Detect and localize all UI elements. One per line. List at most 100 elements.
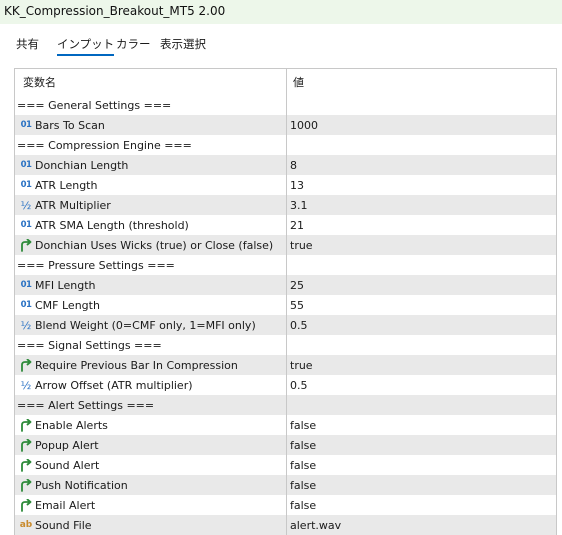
table-row[interactable]: Enable Alerts false <box>15 415 556 435</box>
table-row[interactable]: ab Sound File alert.wav <box>15 515 556 535</box>
parameter-label: Donchian Uses Wicks (true) or Close (fal… <box>35 238 274 252</box>
parameter-name-cell[interactable]: ½ ATR Multiplier <box>15 195 287 215</box>
section-title: === General Settings === <box>17 98 172 112</box>
section-header-row[interactable]: === Alert Settings === <box>15 395 556 415</box>
parameter-label: ATR Length <box>35 178 98 192</box>
tab-visualization[interactable]: 表示選択 <box>160 36 206 52</box>
parameter-value-cell[interactable]: false <box>287 435 556 455</box>
parameter-name-cell[interactable]: Enable Alerts <box>15 415 287 435</box>
tab-common[interactable]: 共有 <box>16 36 39 52</box>
table-row[interactable]: ½ Arrow Offset (ATR multiplier) 0.5 <box>15 375 556 395</box>
section-title: === Pressure Settings === <box>17 258 175 272</box>
parameter-value-cell[interactable]: false <box>287 495 556 515</box>
integer-type-icon: 01 <box>20 179 32 190</box>
parameter-name-cell[interactable]: === Pressure Settings === <box>15 255 287 275</box>
parameter-name-cell[interactable]: ab Sound File <box>15 515 287 535</box>
parameter-label: CMF Length <box>35 298 100 312</box>
integer-type-icon: 01 <box>20 299 32 310</box>
parameter-label: Sound Alert <box>35 458 100 472</box>
parameter-value-cell[interactable]: 55 <box>287 295 556 315</box>
table-row[interactable]: Sound Alert false <box>15 455 556 475</box>
parameter-value-cell[interactable]: true <box>287 235 556 255</box>
parameter-name-cell[interactable]: ½ Blend Weight (0=CMF only, 1=MFI only) <box>15 315 287 335</box>
parameter-name-cell[interactable]: === Compression Engine === <box>15 135 287 155</box>
parameter-label: MFI Length <box>35 278 96 292</box>
integer-type-icon: 01 <box>20 159 32 170</box>
column-header-value[interactable]: 値 <box>287 69 556 95</box>
table-row[interactable]: ½ ATR Multiplier 3.1 <box>15 195 556 215</box>
boolean-type-icon <box>19 418 33 432</box>
parameter-label: ATR Multiplier <box>35 198 111 212</box>
parameter-name-cell[interactable]: Popup Alert <box>15 435 287 455</box>
table-row[interactable]: 01 Donchian Length 8 <box>15 155 556 175</box>
parameter-name-cell[interactable]: === Alert Settings === <box>15 395 287 415</box>
parameters-table: 変数名 値 === General Settings === 01 Bars To … <box>14 68 557 535</box>
parameter-value-cell[interactable] <box>287 335 556 355</box>
table-row[interactable]: 01 ATR Length 13 <box>15 175 556 195</box>
parameter-name-cell[interactable]: 01 CMF Length <box>15 295 287 315</box>
parameter-value-cell[interactable]: 13 <box>287 175 556 195</box>
tab-inputs[interactable]: インプット <box>57 36 115 56</box>
section-header-row[interactable]: === Compression Engine === <box>15 135 556 155</box>
table-row[interactable]: ½ Blend Weight (0=CMF only, 1=MFI only) 0.… <box>15 315 556 335</box>
parameter-value-cell[interactable]: 8 <box>287 155 556 175</box>
parameter-name-cell[interactable]: 01 Bars To Scan <box>15 115 287 135</box>
parameter-value-cell[interactable]: 25 <box>287 275 556 295</box>
boolean-type-icon <box>19 358 33 372</box>
string-type-icon: ab <box>19 519 33 530</box>
window-title: KK_Compression_Breakout_MT5 2.00 <box>4 4 226 18</box>
parameter-name-cell[interactable]: 01 Donchian Length <box>15 155 287 175</box>
parameter-value-cell[interactable]: 21 <box>287 215 556 235</box>
table-row[interactable]: Push Notification false <box>15 475 556 495</box>
parameter-name-cell[interactable]: 01 ATR SMA Length (threshold) <box>15 215 287 235</box>
section-header-row[interactable]: === General Settings === <box>15 95 556 115</box>
section-title: === Compression Engine === <box>17 138 192 152</box>
parameter-value-cell[interactable]: 1000 <box>287 115 556 135</box>
parameter-value-cell[interactable] <box>287 95 556 115</box>
table-row[interactable]: 01 Bars To Scan 1000 <box>15 115 556 135</box>
section-header-row[interactable]: === Signal Settings === <box>15 335 556 355</box>
tab-colors[interactable]: カラー <box>116 36 151 52</box>
parameter-label: Blend Weight (0=CMF only, 1=MFI only) <box>35 318 256 332</box>
parameter-label: ATR SMA Length (threshold) <box>35 218 189 232</box>
section-title: === Alert Settings === <box>17 398 155 412</box>
parameter-name-cell[interactable]: Donchian Uses Wicks (true) or Close (fal… <box>15 235 287 255</box>
boolean-type-icon <box>19 458 33 472</box>
table-row[interactable]: 01 ATR SMA Length (threshold) 21 <box>15 215 556 235</box>
parameter-value-cell[interactable]: 0.5 <box>287 315 556 335</box>
parameter-value-cell[interactable] <box>287 135 556 155</box>
table-row[interactable]: Require Previous Bar In Compression true <box>15 355 556 375</box>
parameter-name-cell[interactable]: 01 ATR Length <box>15 175 287 195</box>
parameter-label: Sound File <box>35 518 92 532</box>
table-row[interactable]: 01 MFI Length 25 <box>15 275 556 295</box>
parameter-name-cell[interactable]: Push Notification <box>15 475 287 495</box>
parameter-name-cell[interactable]: Sound Alert <box>15 455 287 475</box>
parameter-value-cell[interactable]: false <box>287 475 556 495</box>
parameter-name-cell[interactable]: Require Previous Bar In Compression <box>15 355 287 375</box>
parameter-label: Arrow Offset (ATR multiplier) <box>35 378 193 392</box>
parameter-value-cell[interactable]: false <box>287 415 556 435</box>
parameter-value-cell[interactable]: alert.wav <box>287 515 556 535</box>
double-type-icon: ½ <box>20 198 32 212</box>
parameter-value-cell[interactable] <box>287 255 556 275</box>
parameter-name-cell[interactable]: ½ Arrow Offset (ATR multiplier) <box>15 375 287 395</box>
parameter-name-cell[interactable]: === Signal Settings === <box>15 335 287 355</box>
table-row[interactable]: Email Alert false <box>15 495 556 515</box>
parameter-label: Bars To Scan <box>35 118 105 132</box>
table-body: === General Settings === 01 Bars To Scan 10… <box>15 95 556 535</box>
parameter-name-cell[interactable]: 01 MFI Length <box>15 275 287 295</box>
section-header-row[interactable]: === Pressure Settings === <box>15 255 556 275</box>
table-row[interactable]: 01 CMF Length 55 <box>15 295 556 315</box>
parameter-name-cell[interactable]: Email Alert <box>15 495 287 515</box>
column-header-name[interactable]: 変数名 <box>15 69 287 95</box>
parameter-value-cell[interactable] <box>287 395 556 415</box>
parameter-value-cell[interactable]: 0.5 <box>287 375 556 395</box>
table-row[interactable]: Donchian Uses Wicks (true) or Close (fal… <box>15 235 556 255</box>
parameter-name-cell[interactable]: === General Settings === <box>15 95 287 115</box>
parameter-value-cell[interactable]: 3.1 <box>287 195 556 215</box>
parameter-value-cell[interactable]: true <box>287 355 556 375</box>
section-title: === Signal Settings === <box>17 338 162 352</box>
integer-type-icon: 01 <box>20 279 32 290</box>
parameter-value-cell[interactable]: false <box>287 455 556 475</box>
table-row[interactable]: Popup Alert false <box>15 435 556 455</box>
